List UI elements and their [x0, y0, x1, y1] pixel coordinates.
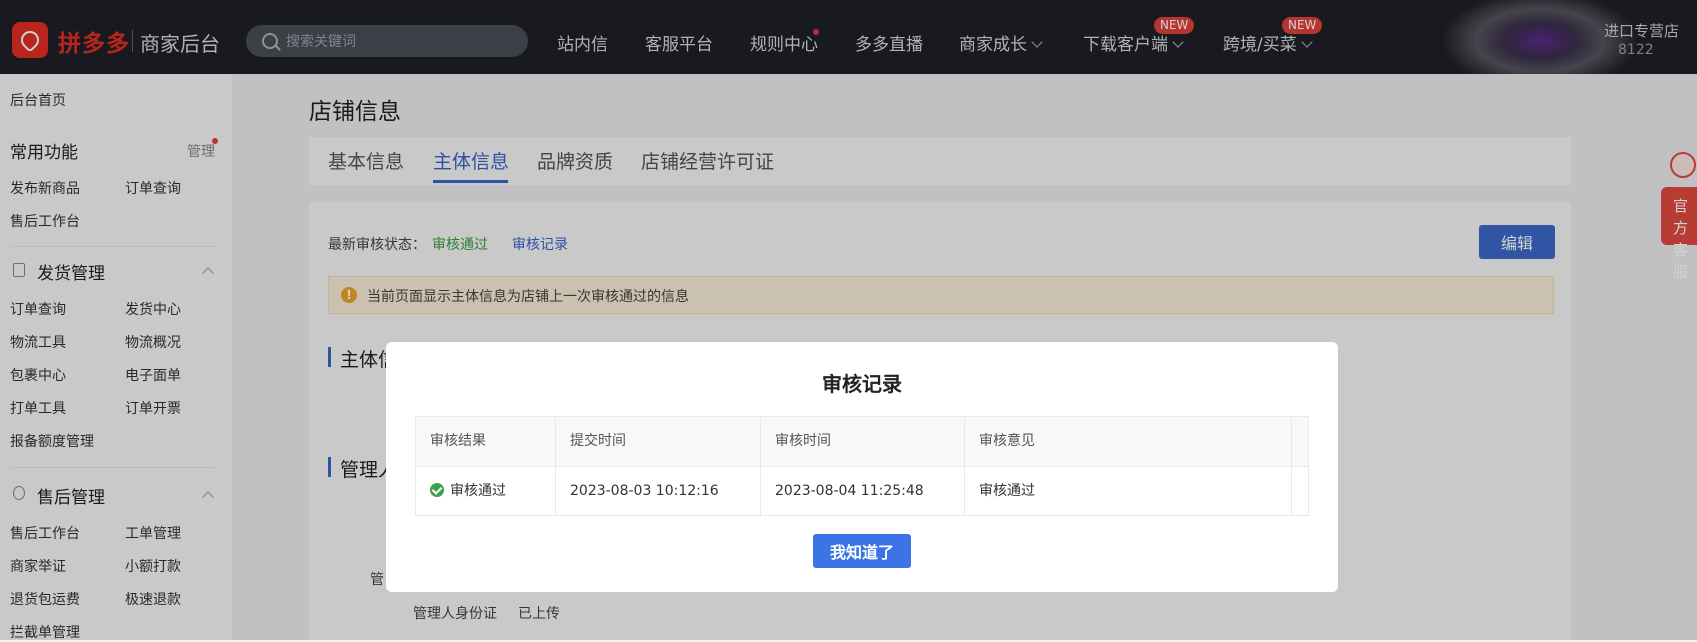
audit-record-modal: 审核记录 审核结果 提交时间 审核时间 审核意见 审核通过 2023-08-03…: [386, 342, 1338, 592]
acknowledge-button[interactable]: 我知道了: [813, 534, 911, 568]
cell-review-time: 2023-08-04 11:25:48: [761, 467, 965, 515]
cell-result: 审核通过: [416, 467, 556, 515]
audit-record-table: 审核结果 提交时间 审核时间 审核意见 审核通过 2023-08-03 10:1…: [415, 416, 1309, 516]
cell-submit-time: 2023-08-03 10:12:16: [556, 467, 761, 515]
table-row: 审核通过 2023-08-03 10:12:16 2023-08-04 11:2…: [416, 467, 1308, 515]
vertical-scrollbar[interactable]: [1292, 467, 1308, 515]
modal-title: 审核记录: [822, 372, 902, 396]
column-header-result: 审核结果: [416, 417, 556, 466]
column-header-opinion: 审核意见: [965, 417, 1292, 466]
table-header-row: 审核结果 提交时间 审核时间 审核意见: [416, 417, 1308, 467]
column-header-submit-time: 提交时间: [556, 417, 761, 466]
cell-opinion: 审核通过: [965, 467, 1292, 515]
check-circle-icon: [430, 483, 444, 497]
result-text: 审核通过: [450, 483, 506, 499]
scrollbar-column: [1292, 417, 1308, 466]
column-header-review-time: 审核时间: [761, 417, 965, 466]
